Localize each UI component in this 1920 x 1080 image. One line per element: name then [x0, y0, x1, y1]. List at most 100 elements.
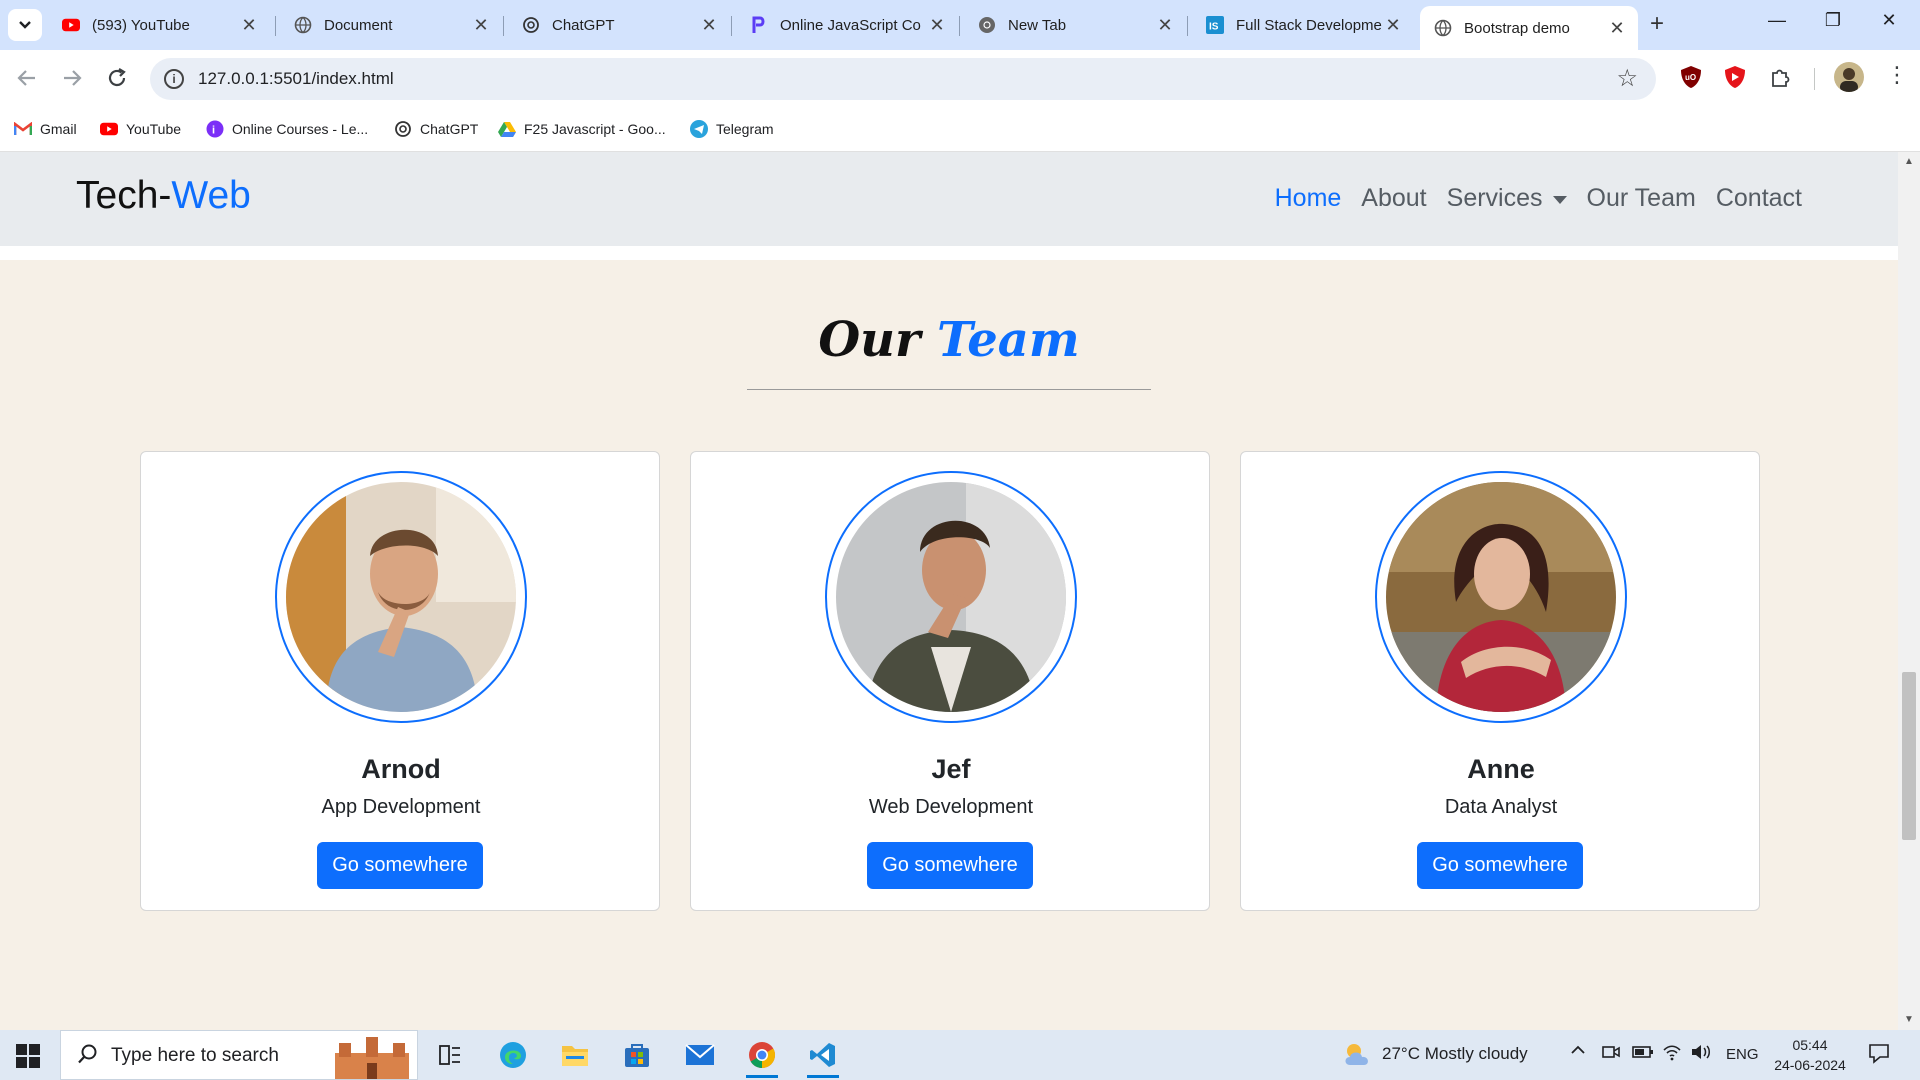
vscode-icon[interactable] [803, 1038, 843, 1078]
close-icon[interactable]: ✕ [700, 15, 718, 36]
scroll-up-arrow-icon[interactable]: ▲ [1904, 156, 1914, 167]
team-member-name: Anne [1467, 754, 1535, 784]
scroll-down-arrow-icon[interactable]: ▼ [1904, 1014, 1914, 1025]
close-icon[interactable]: ✕ [1608, 18, 1626, 39]
team-card-jef: Jef Web Development Go somewhere [690, 451, 1210, 911]
tab-online-javascript[interactable]: Online JavaScript Co ✕ [736, 7, 958, 43]
profile-avatar[interactable] [1834, 62, 1864, 92]
tab-separator [275, 16, 276, 36]
bookmark-label: Telegram [716, 121, 774, 137]
clock-time: 05:44 [1792, 1037, 1828, 1053]
nav-link-contact[interactable]: Contact [1706, 184, 1812, 213]
is-logo-icon: IS [1206, 16, 1224, 34]
openai-icon [522, 16, 540, 34]
mail-icon[interactable] [680, 1038, 720, 1072]
tab-title: Full Stack Developme [1236, 16, 1382, 34]
store-icon[interactable] [617, 1038, 657, 1072]
file-explorer-icon[interactable] [555, 1038, 595, 1072]
taskbar-clock[interactable]: 05:44 24-06-2024 [1770, 1035, 1850, 1075]
volume-icon[interactable] [1690, 1043, 1712, 1066]
go-somewhere-button[interactable]: Go somewhere [317, 842, 483, 889]
close-icon[interactable]: ✕ [472, 15, 490, 36]
globe-icon [294, 16, 312, 34]
tab-document[interactable]: Document ✕ [280, 7, 502, 43]
tab-full-stack[interactable]: IS Full Stack Developme ✕ [1192, 7, 1414, 43]
tab-title: New Tab [1008, 16, 1067, 34]
tab-search-button[interactable] [8, 9, 42, 41]
nav-link-our-team[interactable]: Our Team [1577, 184, 1706, 213]
tab-chatgpt[interactable]: ChatGPT ✕ [508, 7, 730, 43]
site-menu: Home About Services Our Team Contact [1265, 184, 1812, 213]
edge-icon[interactable] [493, 1038, 533, 1072]
bookmark-gmail[interactable]: Gmail [14, 120, 77, 138]
p-logo-icon [750, 16, 768, 34]
language-indicator[interactable]: ENG [1726, 1046, 1759, 1063]
wifi-icon[interactable] [1662, 1043, 1682, 1066]
extensions-puzzle-icon[interactable] [1767, 64, 1793, 90]
page-scrollbar[interactable]: ▲ ▼ [1898, 152, 1920, 1030]
close-icon[interactable]: ✕ [1156, 15, 1174, 36]
forward-arrow-icon[interactable] [61, 67, 83, 93]
ublock-icon[interactable]: uO [1678, 64, 1704, 90]
close-icon[interactable]: ✕ [928, 15, 946, 36]
bookmarks-bar: Gmail YouTube i Online Courses - Le... C… [0, 108, 1920, 152]
menu-kebab-icon[interactable]: ⋮ [1886, 64, 1908, 86]
bookmark-online-courses[interactable]: i Online Courses - Le... [206, 120, 368, 138]
address-bar[interactable]: i 127.0.0.1:5501/index.html ☆ [150, 58, 1656, 100]
taskbar-search-box[interactable]: Type here to search [60, 1030, 418, 1080]
back-arrow-icon[interactable] [16, 67, 38, 93]
notifications-icon[interactable] [1868, 1042, 1890, 1069]
avatar-ring [275, 471, 527, 723]
toolbar-divider [1814, 68, 1815, 90]
telegram-icon [690, 120, 708, 138]
tab-bootstrap-demo[interactable]: Bootstrap demo ✕ [1420, 6, 1638, 50]
search-icon [77, 1043, 99, 1071]
close-icon[interactable]: ✕ [1384, 15, 1402, 36]
bookmark-star-icon[interactable]: ☆ [1616, 64, 1638, 93]
weather-text[interactable]: 27°C Mostly cloudy [1382, 1044, 1528, 1064]
team-card-arnod: Arnod App Development Go somewhere [140, 451, 660, 911]
chevron-up-icon[interactable] [1570, 1042, 1586, 1063]
address-url[interactable]: 127.0.0.1:5501/index.html [198, 69, 394, 89]
windows-taskbar: Type here to search 27°C Mostly cloudy E… [0, 1030, 1920, 1080]
nav-link-home[interactable]: Home [1265, 184, 1352, 213]
minimize-button[interactable]: — [1762, 10, 1792, 31]
shield-extension-icon[interactable] [1722, 64, 1748, 90]
team-card-anne: Anne Data Analyst Go somewhere [1240, 451, 1760, 911]
tab-title: Bootstrap demo [1464, 19, 1570, 37]
browser-toolbar: i 127.0.0.1:5501/index.html ☆ uO ⋮ [0, 50, 1920, 108]
site-brand[interactable]: Tech-Web [76, 174, 251, 218]
tab-title: ChatGPT [552, 16, 615, 34]
new-tab-button[interactable]: + [1650, 11, 1664, 37]
tab-separator [731, 16, 732, 36]
tab-separator [1187, 16, 1188, 36]
tab-youtube[interactable]: (593) YouTube ✕ [48, 7, 270, 43]
search-highlight-illustration [335, 1037, 409, 1079]
go-somewhere-button[interactable]: Go somewhere [867, 842, 1033, 889]
reload-icon[interactable] [106, 67, 128, 93]
windows-start-icon[interactable] [16, 1044, 40, 1068]
battery-icon[interactable] [1632, 1043, 1654, 1066]
tab-new-tab[interactable]: New Tab ✕ [964, 7, 1186, 43]
window-close-button[interactable]: ✕ [1874, 10, 1904, 31]
meet-now-icon[interactable] [1602, 1043, 1620, 1066]
nav-link-services[interactable]: Services [1437, 184, 1577, 213]
restore-button[interactable]: ❐ [1818, 10, 1848, 31]
scrollbar-thumb[interactable] [1902, 672, 1916, 840]
close-icon[interactable]: ✕ [240, 15, 258, 36]
section-title-accent: Team [937, 312, 1080, 368]
weather-cloud-icon[interactable] [1342, 1040, 1374, 1075]
bookmark-youtube[interactable]: YouTube [100, 120, 181, 138]
bookmark-chatgpt[interactable]: ChatGPT [394, 120, 478, 138]
bookmark-f25-javascript[interactable]: F25 Javascript - Goo... [498, 120, 666, 138]
site-info-icon[interactable]: i [164, 69, 184, 89]
nav-link-about[interactable]: About [1351, 184, 1436, 213]
team-photo-arnod [286, 482, 516, 712]
bookmark-label: ChatGPT [420, 121, 479, 137]
team-photo-anne [1386, 482, 1616, 712]
go-somewhere-button[interactable]: Go somewhere [1417, 842, 1583, 889]
chrome-icon[interactable] [742, 1038, 782, 1078]
bookmark-telegram[interactable]: Telegram [690, 120, 774, 138]
section-title: Our Team [0, 312, 1898, 368]
task-view-icon[interactable] [430, 1038, 470, 1072]
